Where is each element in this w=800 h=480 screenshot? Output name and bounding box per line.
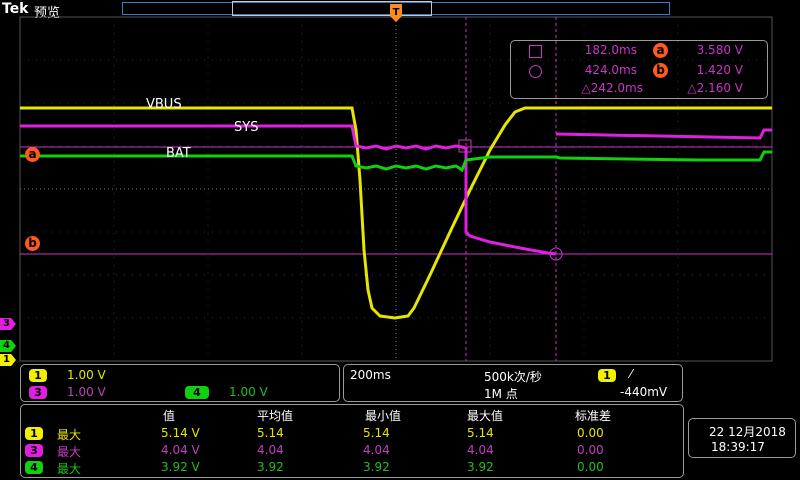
sample-rate: 500k次/秒 <box>484 370 542 384</box>
row-max: 3.92 <box>467 460 494 474</box>
ch4-scale: 1.00 V <box>229 385 268 399</box>
ch4-badge[interactable]: 4 <box>185 386 209 399</box>
col-header-mean: 平均值 <box>257 409 294 423</box>
row-value: 4.04 V <box>161 443 200 457</box>
cursor-b-circle-icon <box>529 65 542 78</box>
cursor-delta-value: △2.160 V <box>687 81 743 95</box>
row-ch1-badge: 1 <box>25 427 43 440</box>
row-min: 5.14 <box>363 426 390 440</box>
trigger-slope-icon: ⁄ <box>630 367 633 381</box>
row-mean: 5.14 <box>257 426 284 440</box>
row-ch3-badge: 3 <box>25 444 43 457</box>
row-max: 4.04 <box>467 443 494 457</box>
row-value: 5.14 V <box>161 426 200 440</box>
row-value: 3.92 V <box>161 460 200 474</box>
row-name: 最大 <box>57 462 82 476</box>
trigger-position-icon: T <box>390 4 402 22</box>
col-header-std: 标准差 <box>575 409 612 423</box>
sys-trace-label: SYS <box>234 120 259 135</box>
row-std: 0.00 <box>577 460 604 474</box>
row-std: 0.00 <box>577 426 604 440</box>
row-name: 最大 <box>57 428 82 442</box>
row-min: 4.04 <box>363 443 390 457</box>
trigger-source-badge[interactable]: 1 <box>598 369 616 382</box>
vbus-trace-label: VBUS <box>146 97 182 112</box>
row-mean: 4.04 <box>257 443 284 457</box>
cursor-a-time: 182.0ms <box>584 43 637 57</box>
cursor-a-label[interactable]: a <box>25 147 40 162</box>
bat-trace-label: BAT <box>166 146 191 161</box>
cursor-b-time: 424.0ms <box>584 63 637 77</box>
col-header-max: 最大值 <box>467 409 504 423</box>
cursor-a-square-icon <box>529 45 542 58</box>
cursor-b-badge: b <box>653 63 668 78</box>
row-min: 3.92 <box>363 460 390 474</box>
record-length: 1M 点 <box>484 387 518 401</box>
cursor-b-label[interactable]: b <box>25 236 40 251</box>
cursor-a-value: 3.580 V <box>696 43 743 57</box>
cursor-b-value: 1.420 V <box>696 63 743 77</box>
time-text: 18:39:17 <box>711 440 765 454</box>
ch1-badge[interactable]: 1 <box>29 369 47 382</box>
ch1-scale: 1.00 V <box>67 368 106 382</box>
ch3-badge[interactable]: 3 <box>29 386 47 399</box>
cursor-readout-panel[interactable]: 182.0ms a 3.580 V 424.0ms b 1.420 V △242… <box>510 40 768 99</box>
date-text: 22 12月2018 <box>709 425 786 439</box>
row-mean: 3.92 <box>257 460 284 474</box>
datetime-panel[interactable]: 22 12月2018 18:39:17 <box>688 418 796 458</box>
trigger-level: -440mV <box>620 385 668 399</box>
cursor-a-badge: a <box>653 43 668 58</box>
time-scale: 200ms <box>350 368 391 382</box>
row-name: 最大 <box>57 445 82 459</box>
ch3-scale: 1.00 V <box>67 385 106 399</box>
col-header-min: 最小值 <box>365 409 402 423</box>
timebase-panel[interactable]: 200ms 500k次/秒 1M 点 1 ⁄ -440mV <box>343 364 683 402</box>
row-std: 0.00 <box>577 443 604 457</box>
row-max: 5.14 <box>467 426 494 440</box>
row-ch4-badge: 4 <box>25 461 43 474</box>
cursor-delta-time: △242.0ms <box>581 81 643 95</box>
channel-scale-panel[interactable]: 1 1.00 V 3 1.00 V 4 1.00 V <box>20 364 340 402</box>
trigger-marker-text: T <box>393 7 400 18</box>
col-header-value: 值 <box>163 409 176 423</box>
measurements-panel[interactable]: 值 平均值 最小值 最大值 标准差 1 最大 5.14 V 5.14 5.14 … <box>20 404 684 478</box>
